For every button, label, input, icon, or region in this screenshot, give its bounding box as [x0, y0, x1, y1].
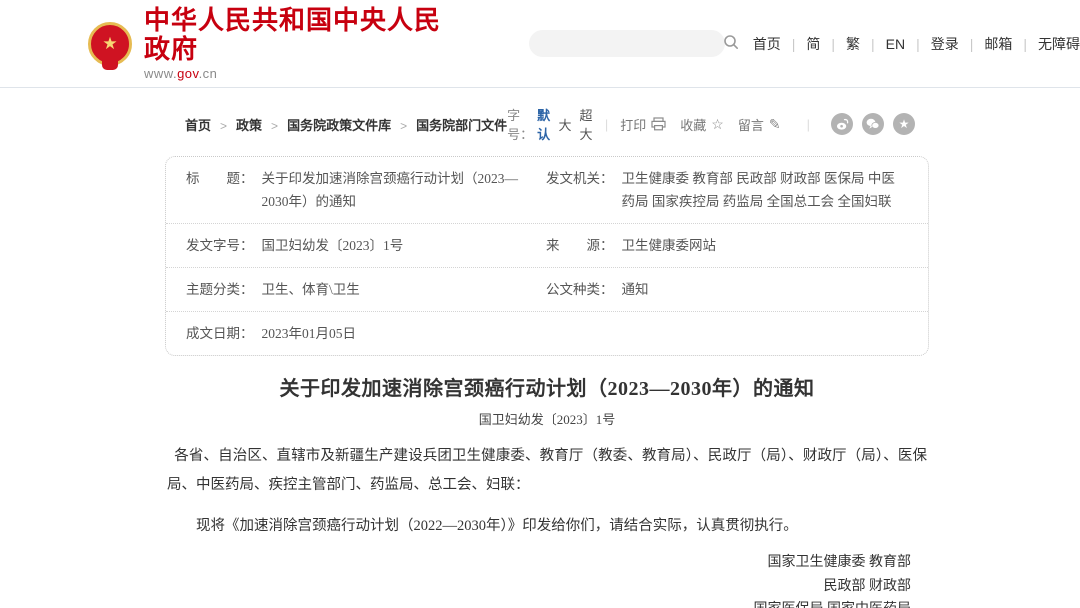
star-icon: ☆	[711, 116, 724, 133]
url-suffix: .cn	[199, 66, 218, 81]
share-wechat-button[interactable]	[862, 113, 884, 135]
share-weibo-button[interactable]	[831, 113, 853, 135]
meta-date: 成文日期： 2023年01月05日	[186, 322, 546, 345]
message-label: 留言	[738, 115, 764, 134]
meta-row-date: 成文日期： 2023年01月05日	[166, 311, 928, 355]
font-size-large[interactable]: 大	[558, 115, 571, 134]
meta-date-value: 2023年01月05日	[262, 322, 357, 345]
font-size-label: 字号：	[507, 105, 533, 143]
site-title: 中华人民共和国中央人民政府	[144, 6, 451, 63]
print-label: 打印	[620, 115, 646, 134]
document-meta-box: 标 题： 关于印发加速消除宫颈癌行动计划（2023—2030年）的通知 发文机关…	[165, 156, 929, 356]
printer-icon	[651, 117, 666, 131]
signature-line: 国家医保局 国家中医药局	[165, 598, 911, 608]
meta-issuer-label: 发文机关：	[546, 167, 614, 190]
meta-topic-label: 主题分类：	[186, 278, 254, 301]
nav-simplified[interactable]: 简	[781, 34, 821, 54]
search-icon	[723, 34, 739, 53]
national-emblem-icon	[88, 22, 132, 66]
nav-login[interactable]: 登录	[905, 34, 959, 54]
print-button[interactable]: 打印	[620, 115, 666, 134]
share-icons: ★	[822, 113, 915, 135]
meta-source-label: 来 源：	[546, 234, 614, 257]
signature-line: 国家卫生健康委 教育部	[165, 551, 911, 575]
page-tools: 字号： 默认 大 超大 | 打印 收藏 ☆ 留言 ✎ |	[507, 105, 915, 143]
message-button[interactable]: 留言 ✎	[738, 115, 781, 134]
wechat-icon	[866, 118, 880, 130]
meta-issuer-value: 卫生健康委 教育部 民政部 财政部 医保局 中医药局 国家疾控局 药监局 全国总…	[622, 167, 909, 213]
breadcrumb: 首页 政策 国务院政策文件库 国务院部门文件	[185, 115, 507, 134]
meta-date-label: 成文日期：	[186, 322, 254, 345]
meta-source: 来 源： 卫生健康委网站	[546, 234, 908, 257]
toolbar: 首页 政策 国务院政策文件库 国务院部门文件 字号： 默认 大 超大 | 打印 …	[165, 105, 929, 143]
search-input[interactable]	[529, 30, 723, 57]
nav-home[interactable]: 首页	[753, 34, 781, 54]
document-number: 国卫妇幼发〔2023〕1号	[165, 409, 929, 428]
breadcrumb-policy-library[interactable]: 国务院政策文件库	[262, 115, 391, 134]
breadcrumb-department-docs[interactable]: 国务院部门文件	[391, 115, 507, 134]
divider: |	[605, 117, 608, 132]
signature-block: 国家卫生健康委 教育部 民政部 财政部 国家医保局 国家中医药局 国家疾控局 国…	[165, 551, 929, 608]
meta-doc-no-label: 发文字号：	[186, 234, 254, 257]
search-button[interactable]	[723, 30, 739, 57]
meta-topic-value: 卫生、体育\卫生	[262, 278, 360, 301]
document-title: 关于印发加速消除宫颈癌行动计划（2023—2030年）的通知	[165, 372, 929, 401]
weibo-icon	[836, 118, 849, 131]
share-qzone-button[interactable]: ★	[893, 113, 915, 135]
url-gov: gov	[177, 66, 199, 81]
meta-topic: 主题分类： 卫生、体育\卫生	[186, 278, 546, 301]
url-prefix: www.	[144, 66, 177, 81]
top-nav: 首页 简 繁 EN 登录 邮箱 无障碍	[753, 34, 1080, 54]
meta-type-value: 通知	[622, 278, 649, 301]
font-size-default[interactable]: 默认	[537, 105, 550, 143]
breadcrumb-policy[interactable]: 政策	[211, 115, 262, 134]
nav-traditional[interactable]: 繁	[820, 34, 860, 54]
meta-issuer: 发文机关： 卫生健康委 教育部 民政部 财政部 医保局 中医药局 国家疾控局 药…	[546, 167, 908, 213]
paragraph-instruction: 现将《加速消除宫颈癌行动计划（2022—2030年）》印发给你们，请结合实际，认…	[165, 512, 929, 541]
meta-row-title-issuer: 标 题： 关于印发加速消除宫颈癌行动计划（2023—2030年）的通知 发文机关…	[166, 157, 928, 223]
font-size-xlarge[interactable]: 超大	[580, 105, 593, 143]
meta-row-topic-type: 主题分类： 卫生、体育\卫生 公文种类： 通知	[166, 267, 928, 311]
search-box[interactable]	[529, 30, 725, 57]
logo-text: 中华人民共和国中央人民政府 www.gov.cn	[144, 6, 451, 81]
nav-accessibility[interactable]: 无障碍	[1012, 34, 1080, 54]
meta-row-docno-source: 发文字号： 国卫妇幼发〔2023〕1号 来 源： 卫生健康委网站	[166, 223, 928, 267]
meta-title-label: 标 题：	[186, 167, 254, 190]
favorite-button[interactable]: 收藏 ☆	[680, 115, 724, 134]
pencil-icon: ✎	[769, 116, 781, 133]
site-logo[interactable]: 中华人民共和国中央人民政府 www.gov.cn	[88, 6, 451, 81]
meta-doc-no-value: 国卫妇幼发〔2023〕1号	[262, 234, 404, 257]
meta-doc-no: 发文字号： 国卫妇幼发〔2023〕1号	[186, 234, 546, 257]
breadcrumb-home[interactable]: 首页	[185, 115, 211, 134]
site-header: 中华人民共和国中央人民政府 www.gov.cn 首页 简 繁 EN 登录 邮箱…	[0, 0, 1080, 88]
nav-mail[interactable]: 邮箱	[959, 34, 1013, 54]
paragraph-recipients: 各省、自治区、直辖市及新疆生产建设兵团卫生健康委、教育厅（教委、教育局）、民政厅…	[165, 442, 929, 500]
meta-type: 公文种类： 通知	[546, 278, 908, 301]
page: 中华人民共和国中央人民政府 www.gov.cn 首页 简 繁 EN 登录 邮箱…	[0, 0, 1080, 608]
divider: |	[807, 117, 810, 132]
meta-title: 标 题： 关于印发加速消除宫颈癌行动计划（2023—2030年）的通知	[186, 167, 546, 213]
meta-source-value: 卫生健康委网站	[622, 234, 717, 257]
meta-type-label: 公文种类：	[546, 278, 614, 301]
favorite-label: 收藏	[680, 115, 706, 134]
meta-title-value: 关于印发加速消除宫颈癌行动计划（2023—2030年）的通知	[262, 167, 535, 213]
site-url: www.gov.cn	[144, 66, 451, 81]
nav-english[interactable]: EN	[860, 36, 905, 52]
signature-line: 民政部 财政部	[165, 575, 911, 599]
share-star-icon: ★	[899, 118, 910, 130]
document-body: 关于印发加速消除宫颈癌行动计划（2023—2030年）的通知 国卫妇幼发〔202…	[165, 372, 929, 608]
